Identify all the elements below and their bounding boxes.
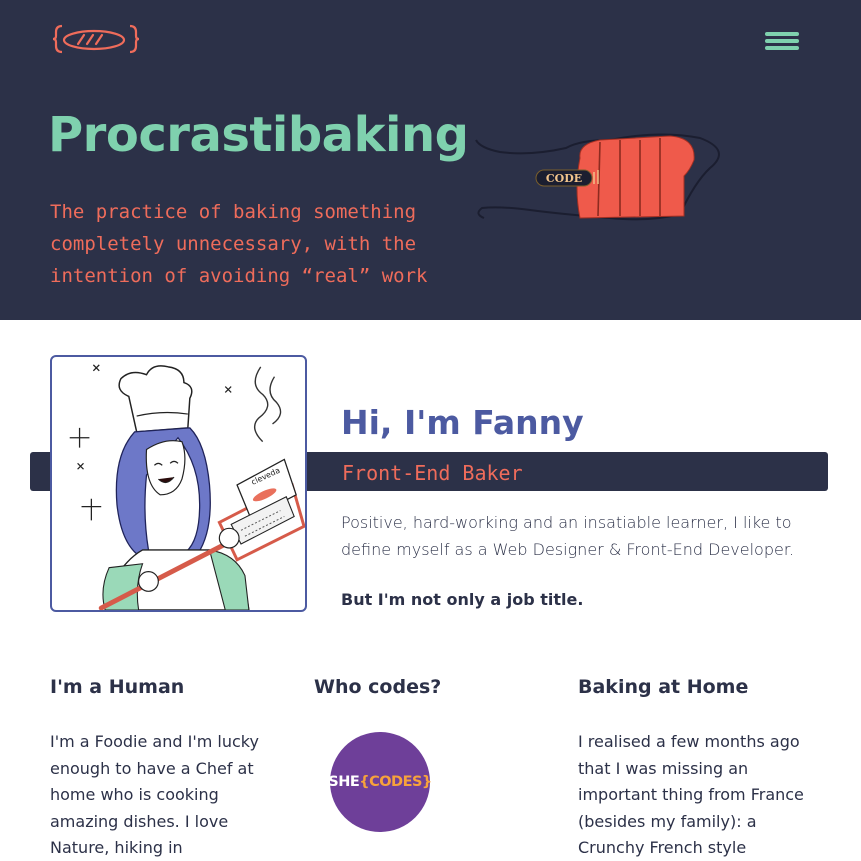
bread-code-illustration: CODE [475,133,720,221]
illustration-label: CODE [546,172,582,185]
section-text-human: I'm a Foodie and I'm lucky enough to hav… [50,732,259,858]
shecodes-logo-codes: {CODES} [359,774,432,790]
greeting-heading: Hi, I'm Fanny [341,403,584,442]
hero-header: Procrastibaking The practice of baking s… [0,0,861,320]
section-title-baking: Baking at Home [578,676,749,698]
section-title-who-codes: Who codes? [314,676,442,698]
bread-braces-logo-icon[interactable] [50,22,140,56]
section-title-human: I'm a Human [50,676,185,698]
intro-description: Positive, hard-working and an insatiable… [341,513,795,559]
menu-bar [765,32,799,36]
intro-tagline: But I'm not only a job title. [341,590,584,609]
shecodes-logo-she: SHE [328,774,360,790]
profile-portrait: cleveda [50,355,307,612]
shecodes-logo[interactable]: SHE {CODES} [328,732,432,832]
page-title: Procrastibaking [48,107,469,163]
role-title: Front-End Baker [342,461,523,485]
menu-bar [765,39,799,43]
chef-portrait-illustration: cleveda [69,364,305,610]
hamburger-menu-icon[interactable] [762,29,802,53]
menu-bar [765,46,799,50]
section-text-baking: I realised a few months ago that I was m… [578,732,804,858]
page-subtitle: The practice of baking something complet… [50,201,428,287]
